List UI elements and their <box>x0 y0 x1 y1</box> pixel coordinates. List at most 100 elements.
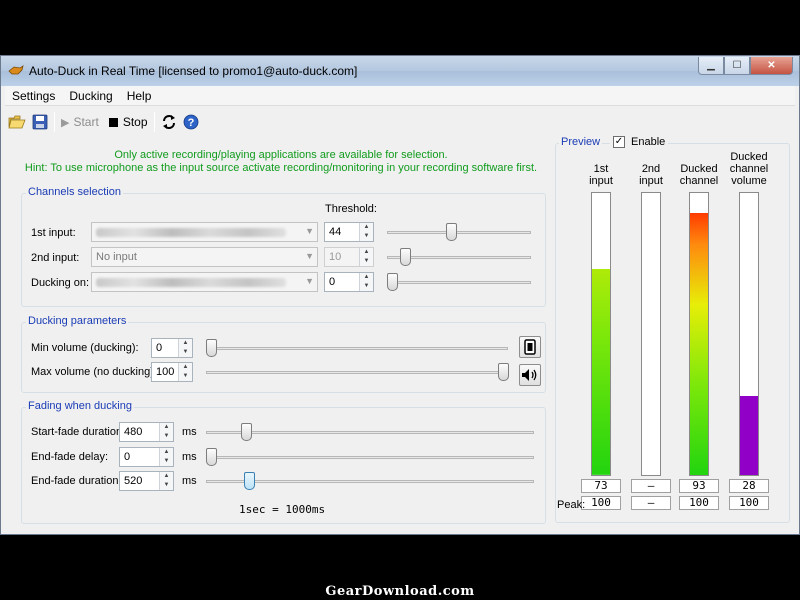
slider-thumb[interactable] <box>445 223 457 241</box>
max-volume-slider[interactable] <box>206 362 509 382</box>
end-fade-delay-spinner[interactable]: 0 ▲ ▼ <box>119 447 174 467</box>
slider-thumb[interactable] <box>206 339 217 357</box>
max-volume-spinner[interactable]: 100 ▲ ▼ <box>151 362 193 382</box>
spin-up-icon[interactable]: ▲ <box>179 339 192 348</box>
loud-speaker-button[interactable] <box>519 364 541 386</box>
level-meter-bar <box>689 192 709 476</box>
meter-value: 93 <box>679 479 719 493</box>
meter-peak-value: – <box>631 496 671 510</box>
first-input-select[interactable]: ▼ <box>91 222 318 242</box>
stop-icon <box>108 117 118 127</box>
minimize-button[interactable]: ▁ <box>698 57 724 75</box>
title-bar[interactable]: Auto-Duck in Real Time [licensed to prom… <box>1 56 799 86</box>
slider-thumb[interactable] <box>498 363 509 381</box>
speaker-loud-icon <box>522 369 537 381</box>
max-volume-value: 100 <box>156 366 175 378</box>
end-fade-duration-slider[interactable] <box>206 471 534 491</box>
stop-button[interactable]: Stop <box>106 111 151 133</box>
end-fade-delay-unit: ms <box>182 451 197 463</box>
help-button[interactable]: ? <box>180 111 202 133</box>
spin-down-icon[interactable]: ▼ <box>179 372 192 381</box>
mute-speaker-button[interactable] <box>519 336 541 358</box>
slider-thumb[interactable] <box>400 248 412 266</box>
end-fade-duration-spinner[interactable]: 520 ▲ ▼ <box>119 471 174 491</box>
menu-bar: Settings Ducking Help <box>5 86 795 106</box>
start-fade-slider[interactable] <box>206 422 534 442</box>
end-fade-delay-slider[interactable] <box>206 447 534 467</box>
ducking-threshold-value: 0 <box>329 276 336 288</box>
spin-down-icon[interactable]: ▼ <box>160 457 173 466</box>
spin-down-icon[interactable]: ▼ <box>160 432 173 441</box>
ducking-threshold-spinner[interactable]: 0 ▲ ▼ <box>324 272 374 292</box>
spin-up-icon[interactable]: ▲ <box>360 223 373 232</box>
enable-checkbox[interactable]: ✓ <box>613 136 625 148</box>
start-button[interactable]: ▶ Start <box>58 111 102 133</box>
second-threshold-value: 10 <box>329 251 342 263</box>
start-fade-label: Start-fade duration: <box>31 426 126 438</box>
start-fade-spinner[interactable]: 480 ▲ ▼ <box>119 422 174 442</box>
level-meter-fill <box>592 269 610 475</box>
first-input-label: 1st input: <box>31 227 76 239</box>
meter-peak-value: 100 <box>729 496 769 510</box>
toolbar: ▶ Start Stop ? <box>5 109 795 135</box>
chevron-down-icon: ▼ <box>305 251 314 261</box>
meter-value: 28 <box>729 479 769 493</box>
meter-label: Ducked channel volume <box>729 151 769 187</box>
spin-up-icon[interactable]: ▲ <box>179 363 192 372</box>
slider-thumb[interactable] <box>244 472 256 490</box>
level-meter-bar <box>739 192 759 476</box>
scale-note: 1sec = 1000ms <box>239 503 326 516</box>
refresh-button[interactable] <box>158 111 180 133</box>
hint-line-1: Only active recording/playing applicatio… <box>114 149 448 161</box>
start-fade-value: 480 <box>124 426 143 438</box>
preview-title: Preview <box>559 136 603 148</box>
end-fade-duration-label: End-fade duration: <box>31 475 122 487</box>
start-fade-unit: ms <box>182 426 197 438</box>
min-volume-label: Min volume (ducking): <box>31 342 139 354</box>
redacted-ducking-on-value <box>96 277 286 287</box>
slider-thumb[interactable] <box>240 423 252 441</box>
menu-help[interactable]: Help <box>120 86 159 105</box>
floppy-disk-icon <box>32 114 48 130</box>
open-button[interactable] <box>5 111 29 133</box>
slider-thumb[interactable] <box>387 273 398 291</box>
end-fade-delay-label: End-fade delay: <box>31 451 109 463</box>
slider-thumb[interactable] <box>206 448 217 466</box>
first-threshold-slider[interactable] <box>387 222 531 242</box>
spin-up-icon[interactable]: ▲ <box>160 448 173 457</box>
min-volume-spinner[interactable]: 0 ▲ ▼ <box>151 338 193 358</box>
speaker-muted-icon <box>524 339 536 355</box>
first-threshold-spinner[interactable]: 44 ▲ ▼ <box>324 222 374 242</box>
enable-toggle[interactable]: ✓ Enable <box>610 136 669 148</box>
spin-down-icon[interactable]: ▼ <box>360 257 373 266</box>
menu-ducking[interactable]: Ducking <box>62 86 119 105</box>
chevron-down-icon: ▼ <box>305 226 314 236</box>
spin-up-icon[interactable]: ▲ <box>360 273 373 282</box>
spin-down-icon[interactable]: ▼ <box>179 348 192 357</box>
spin-down-icon[interactable]: ▼ <box>360 282 373 291</box>
spin-down-icon[interactable]: ▼ <box>360 232 373 241</box>
second-threshold-slider[interactable] <box>387 247 531 267</box>
meter-value: – <box>631 479 671 493</box>
spin-up-icon[interactable]: ▲ <box>160 472 173 481</box>
maximize-button[interactable]: ☐ <box>724 57 750 75</box>
second-input-select[interactable]: No input ▼ <box>91 247 318 267</box>
second-threshold-spinner[interactable]: 10 ▲ ▼ <box>324 247 374 267</box>
ducking-threshold-slider[interactable] <box>387 272 531 292</box>
start-label: Start <box>73 115 99 129</box>
ducking-on-select[interactable]: ▼ <box>91 272 318 292</box>
menu-settings[interactable]: Settings <box>5 86 62 105</box>
spin-up-icon[interactable]: ▲ <box>160 423 173 432</box>
spin-up-icon[interactable]: ▲ <box>360 248 373 257</box>
save-button[interactable] <box>29 111 51 133</box>
duck-app-icon <box>8 65 24 75</box>
svg-text:?: ? <box>187 117 194 129</box>
max-volume-label: Max volume (no ducking): <box>31 366 157 378</box>
end-fade-delay-value: 0 <box>124 451 131 463</box>
channels-group-title: Channels selection <box>26 186 123 198</box>
close-button[interactable]: ✕ <box>750 57 793 75</box>
redacted-first-input-value <box>96 227 286 237</box>
min-volume-slider[interactable] <box>206 338 508 358</box>
spin-down-icon[interactable]: ▼ <box>160 481 173 490</box>
ducking-parameters-title: Ducking parameters <box>26 315 129 327</box>
